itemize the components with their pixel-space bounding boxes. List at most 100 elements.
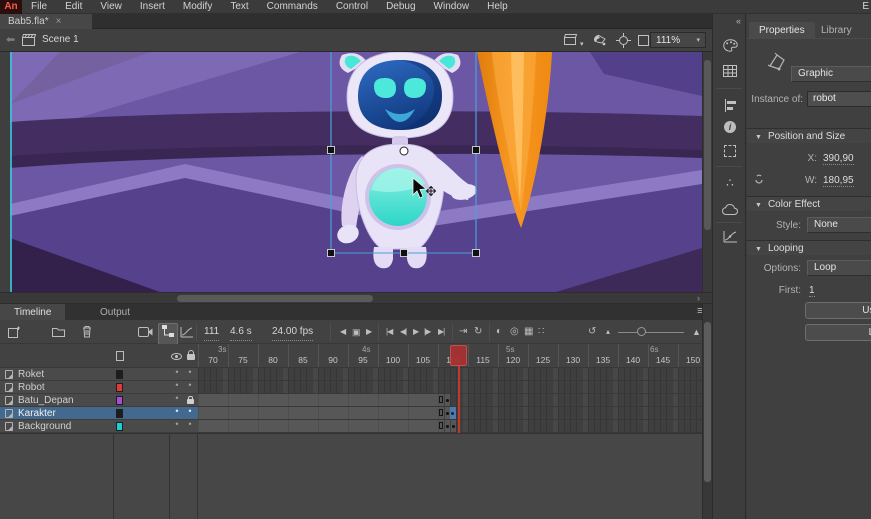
loop-icon[interactable]: ↻	[474, 324, 482, 340]
stage-horizontal-scrollbar[interactable]: ›	[0, 292, 712, 304]
close-icon[interactable]: ×	[56, 16, 62, 27]
back-arrow-icon[interactable]: ⬅	[6, 33, 15, 46]
step-back-icon[interactable]: ◀	[340, 324, 345, 340]
layer-visibility-dot[interactable]: •	[172, 406, 182, 416]
layer-lock-dot[interactable]: •	[185, 419, 195, 429]
lock-column-icon[interactable]	[187, 354, 195, 360]
timeline-zoom-in-icon[interactable]: ▲	[692, 324, 701, 340]
layer-frames-karakter[interactable]	[198, 407, 702, 420]
timeline-vertical-scrollbar[interactable]	[702, 304, 712, 519]
transform-panel-icon[interactable]	[721, 142, 739, 160]
layer-outline-color-swatch[interactable]	[116, 409, 123, 418]
x-value[interactable]: 390,90	[823, 153, 854, 165]
menu-control[interactable]: Control	[327, 0, 377, 14]
transform-point[interactable]	[400, 147, 408, 155]
scene-breadcrumb[interactable]: Scene 1	[42, 34, 79, 45]
modify-markers-icon[interactable]: ∷	[538, 324, 544, 340]
layer-name-cell[interactable]: Roket••	[0, 368, 198, 381]
layer-lock-dot[interactable]: •	[185, 367, 195, 377]
selected-frame-cell[interactable]	[450, 407, 456, 419]
menu-debug[interactable]: Debug	[377, 0, 424, 14]
style-select[interactable]: None	[807, 217, 871, 233]
edit-scene-icon[interactable]	[564, 33, 579, 46]
layer-outline-color-swatch[interactable]	[116, 396, 123, 405]
layer-lock-dot[interactable]: •	[185, 380, 195, 390]
frame-span[interactable]	[198, 420, 444, 432]
layer-visibility-dot[interactable]: •	[172, 367, 182, 377]
edit-symbols-icon[interactable]	[592, 33, 608, 47]
layer-name-cell[interactable]: Batu_Depan•	[0, 394, 198, 407]
menu-text[interactable]: Text	[221, 0, 257, 14]
step-back-one-frame-icon[interactable]: ◀|	[400, 324, 406, 340]
frame-span[interactable]	[198, 407, 444, 419]
play-icon[interactable]: ▶	[413, 324, 418, 340]
frame-span[interactable]	[198, 394, 444, 406]
current-frame-toggle-icon[interactable]: ▣	[352, 324, 361, 340]
layer-outline-color-swatch[interactable]	[116, 370, 123, 379]
section-looping[interactable]: ▼Looping	[747, 240, 871, 255]
layer-name-cell[interactable]: Background••	[0, 420, 198, 433]
stage-canvas[interactable]	[0, 52, 702, 292]
stage-vertical-scrollbar[interactable]	[702, 52, 712, 292]
scrollbar-right-arrow[interactable]: ›	[697, 293, 700, 303]
w-value[interactable]: 180,95	[823, 175, 854, 187]
menu-commands[interactable]: Commands	[258, 0, 327, 14]
go-to-last-frame-icon[interactable]: ▶|	[438, 324, 444, 340]
app-logo[interactable]: An	[0, 0, 22, 14]
camera-icon[interactable]	[138, 327, 153, 337]
menu-modify[interactable]: Modify	[174, 0, 221, 14]
show-parenting-icon[interactable]	[158, 323, 178, 345]
new-folder-icon[interactable]	[52, 327, 65, 337]
edit-multiple-frames-icon[interactable]: ▦	[524, 324, 533, 340]
frame-rate-field[interactable]: 24.00 fps	[272, 324, 313, 341]
align-panel-icon[interactable]	[721, 96, 739, 114]
timeline-zoom-knob[interactable]	[637, 327, 646, 336]
onion-skin-icon[interactable]: ◐	[496, 324, 502, 340]
section-position-size[interactable]: ▼Position and Size	[747, 128, 871, 143]
step-forward-one-frame-icon[interactable]: |▶	[424, 324, 430, 340]
workspace-button[interactable]: E	[862, 0, 869, 14]
new-layer-icon[interactable]	[8, 326, 21, 338]
instance-name-field[interactable]: robot	[807, 91, 871, 107]
menu-file[interactable]: File	[22, 0, 56, 14]
keyframe-cell[interactable]	[450, 420, 456, 432]
color-panel-icon[interactable]	[721, 36, 739, 54]
layer-frames-roket[interactable]	[198, 368, 702, 381]
center-stage-icon[interactable]	[616, 33, 631, 48]
layer-visibility-dot[interactable]: •	[172, 393, 182, 403]
layer-frames-robot[interactable]	[198, 381, 702, 394]
playhead-marker[interactable]	[450, 345, 467, 366]
center-frame-icon[interactable]: ⇥	[459, 324, 467, 340]
stage-zoom-select[interactable]: 111% ▾	[650, 32, 706, 48]
layer-row-roket[interactable]: Roket••	[0, 368, 702, 381]
scrollbar-thumb[interactable]	[177, 295, 373, 302]
step-forward-icon[interactable]: ▶	[366, 324, 371, 340]
first-frame-value[interactable]: 1	[809, 285, 815, 297]
layer-visibility-dot[interactable]: •	[172, 419, 182, 429]
swatches-panel-icon[interactable]	[721, 62, 739, 80]
menu-edit[interactable]: Edit	[56, 0, 91, 14]
layer-row-robot[interactable]: Robot••	[0, 381, 702, 394]
document-tab[interactable]: Bab5.fla* ×	[0, 14, 92, 29]
current-frame-field[interactable]: 111	[204, 324, 219, 341]
layer-outline-color-swatch[interactable]	[116, 422, 123, 431]
timeline-zoom-out-icon[interactable]: ▴	[606, 324, 610, 340]
layer-lock-icon[interactable]	[187, 399, 194, 404]
info-panel-icon[interactable]: i	[721, 118, 739, 136]
layer-row-batu-depan[interactable]: Batu_Depan•	[0, 394, 702, 407]
menu-insert[interactable]: Insert	[131, 0, 174, 14]
layer-name-cell[interactable]: Karakter••	[0, 407, 198, 420]
link-width-height-icon[interactable]	[752, 172, 766, 186]
go-to-first-frame-icon[interactable]: |◀	[386, 324, 392, 340]
tab-timeline[interactable]: Timeline	[0, 304, 65, 320]
visibility-column-icon[interactable]	[171, 353, 182, 360]
layer-lock-dot[interactable]: •	[185, 406, 195, 416]
collapse-panels-icon[interactable]: ‹‹	[736, 16, 740, 26]
timeline-zoom-slider[interactable]	[618, 332, 684, 333]
symbol-type-select[interactable]: Graphic	[791, 66, 871, 82]
layer-row-background[interactable]: Background••	[0, 420, 702, 433]
use-frame-picker-button[interactable]: Use Fra	[805, 302, 871, 319]
graph-icon[interactable]	[180, 326, 194, 338]
outline-color-column-icon[interactable]	[116, 351, 124, 361]
layer-outline-color-swatch[interactable]	[116, 383, 123, 392]
